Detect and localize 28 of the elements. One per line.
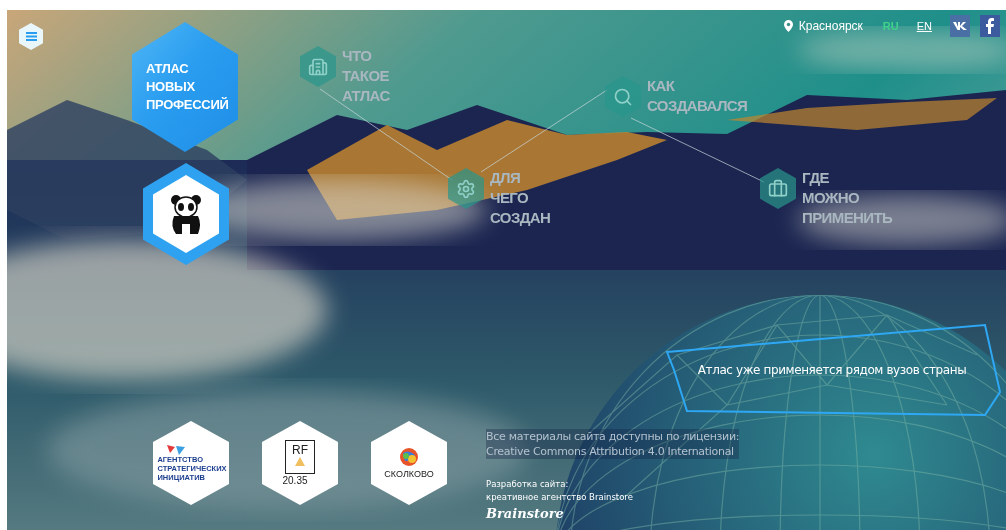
facebook-icon <box>986 18 994 34</box>
vk-link[interactable] <box>950 15 970 37</box>
panda-icon <box>168 194 204 234</box>
logo-text: НОВЫХ <box>146 78 196 96</box>
nav-link[interactable]: ДЛЯ ЧЕГО СОЗДАН <box>448 168 551 228</box>
dome-caption: Атлас уже применяется рядом вузов страны <box>696 363 968 377</box>
triangle-icon <box>295 457 305 466</box>
partner-name: СКОЛКОВО <box>384 469 434 479</box>
language-link[interactable]: EN <box>916 20 932 32</box>
briefcase-icon <box>768 178 788 199</box>
facebook-link[interactable] <box>980 15 1000 37</box>
menu-icon <box>25 32 37 41</box>
partner-year: 20.35 <box>282 475 308 486</box>
city-name[interactable]: Красноярск <box>798 19 863 33</box>
agency-logo[interactable]: Brainstore <box>486 506 740 521</box>
credits-text: Разработка сайта: креативное агентство Brainstore <box>486 478 634 504</box>
gear-icon <box>456 178 476 199</box>
partner-name: RF <box>292 443 308 457</box>
location-pin-icon <box>783 20 793 32</box>
logo-text: ПРОФЕССИЙ <box>146 96 230 114</box>
globe-icon <box>399 447 419 467</box>
license-text: Все материалы сайта доступны по лицензии: Creative Commons Attribution 4.0 International <box>486 429 740 459</box>
building-icon <box>308 56 328 77</box>
search-icon <box>613 86 633 107</box>
vk-icon <box>953 22 967 30</box>
nav-link[interactable]: ГДЕ МОЖНО ПРИМЕНИТЬ <box>760 168 893 228</box>
logo-text: АТЛАС <box>146 60 190 78</box>
flag-icon <box>167 444 185 455</box>
